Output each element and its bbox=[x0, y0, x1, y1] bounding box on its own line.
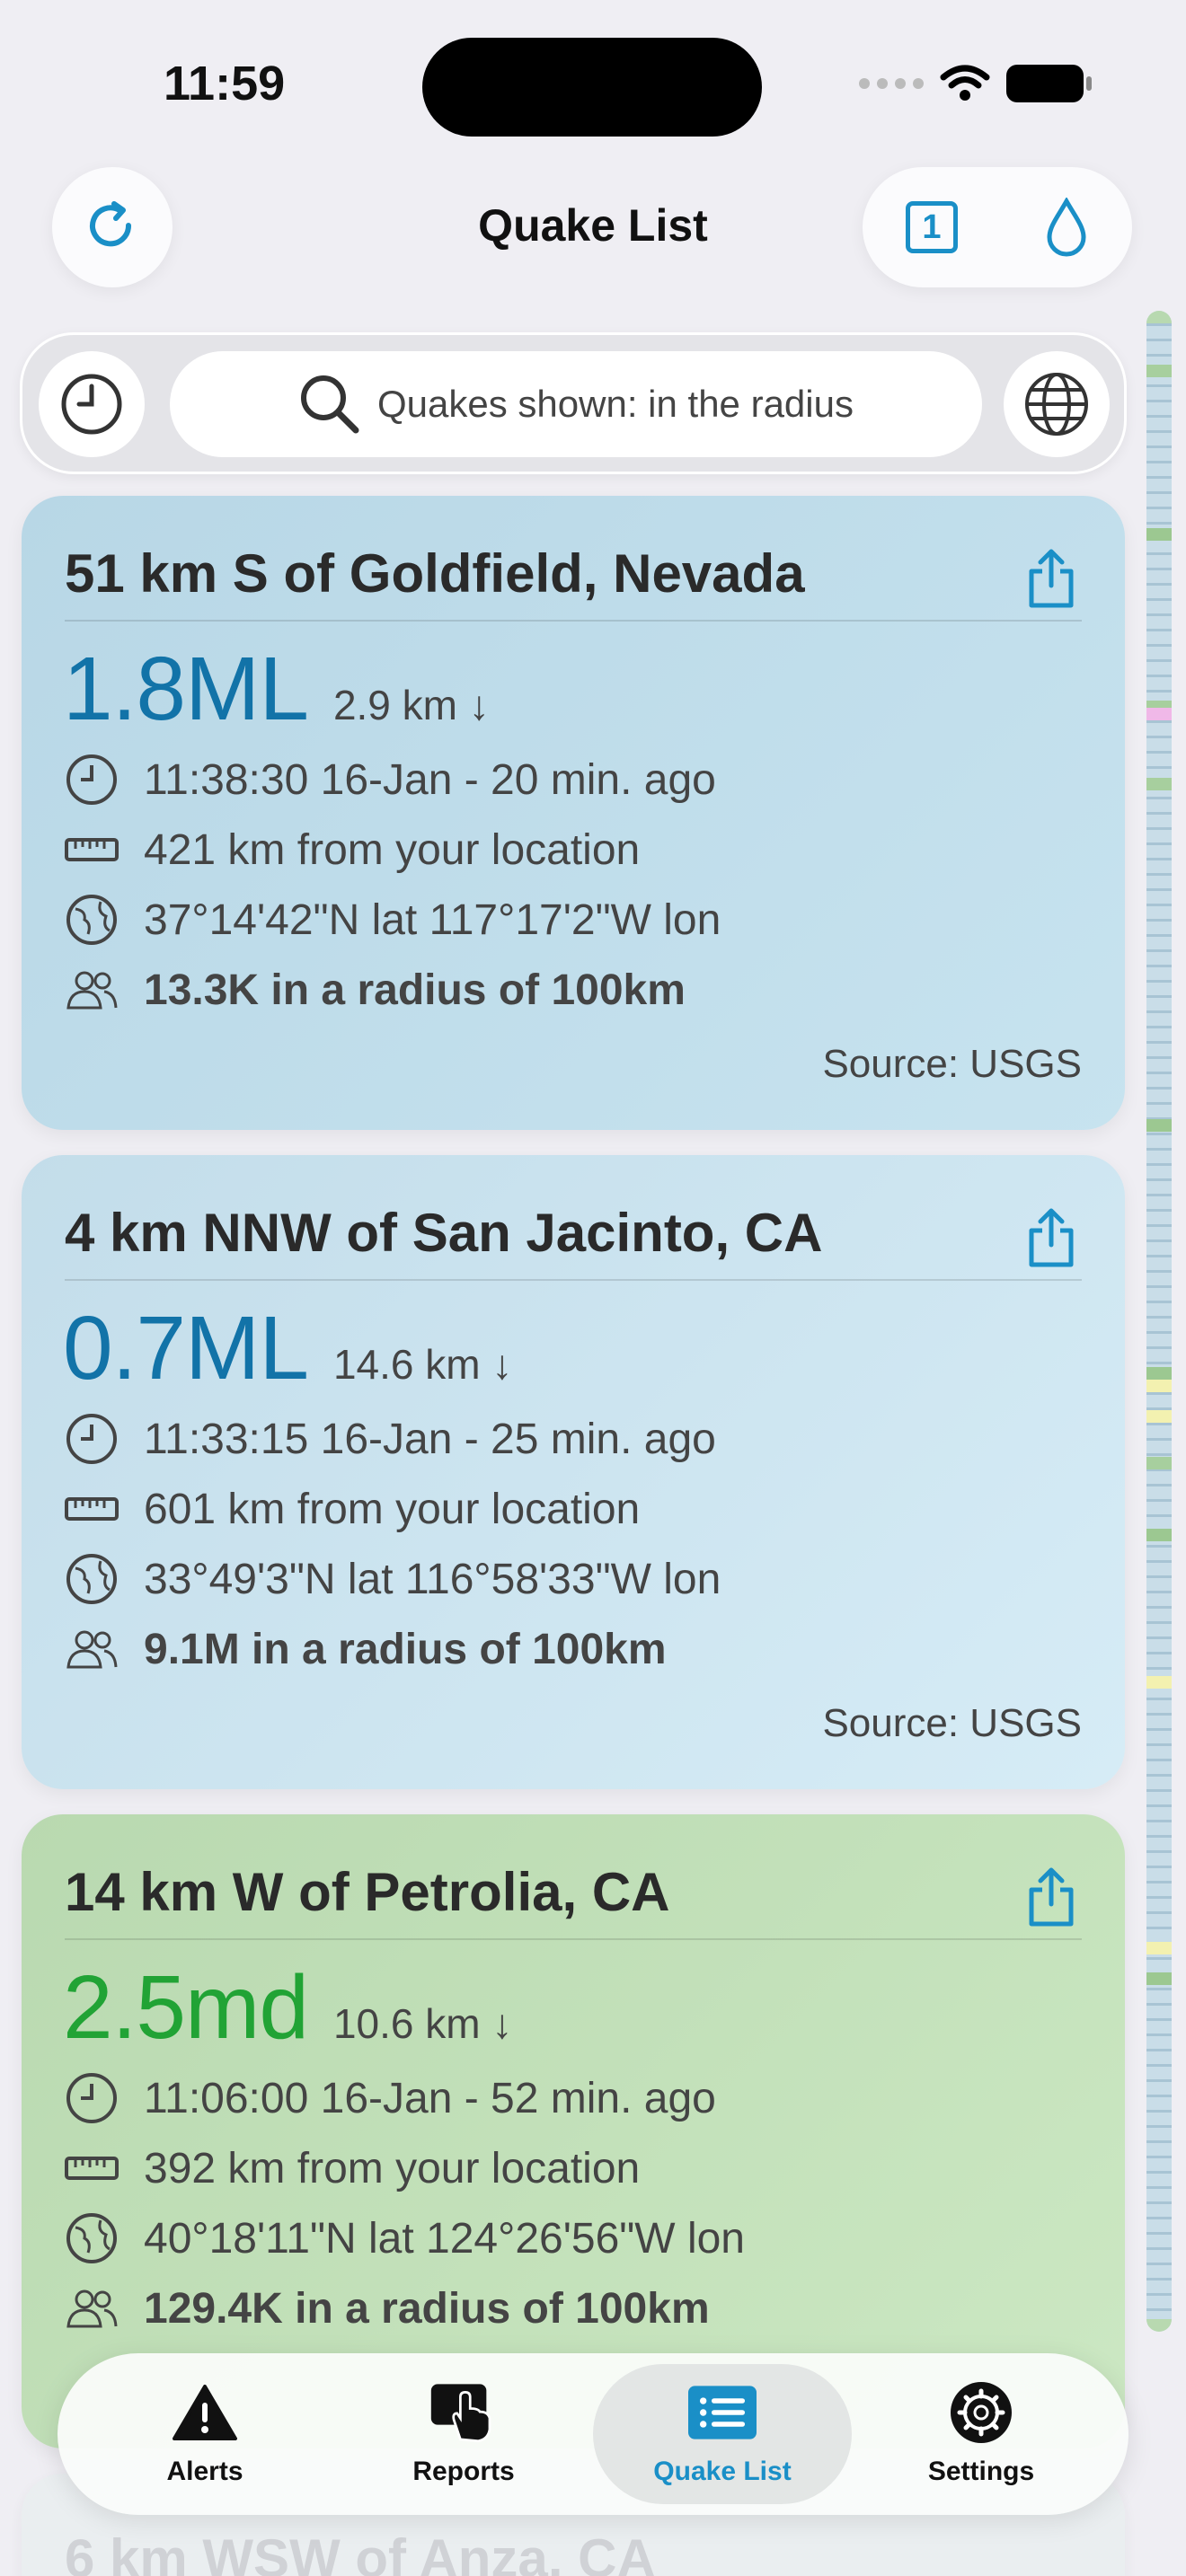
quake-population: 9.1M in a radius of 100km bbox=[144, 1625, 667, 1673]
tab-alerts[interactable]: Alerts bbox=[75, 2364, 334, 2504]
clock-icon bbox=[65, 1412, 119, 1466]
quake-time: 11:06:00 16-Jan - 52 min. ago bbox=[144, 2074, 716, 2122]
gear-icon bbox=[951, 2382, 1012, 2443]
ruler-icon bbox=[65, 823, 119, 877]
people-icon bbox=[65, 963, 119, 1017]
quake-time: 11:38:30 16-Jan - 20 min. ago bbox=[144, 755, 716, 804]
share-icon[interactable] bbox=[1024, 1865, 1078, 1929]
tab-quake-list[interactable]: Quake List bbox=[593, 2364, 852, 2504]
tab-bar: Alerts Reports Quake List Settings bbox=[58, 2353, 1128, 2515]
tab-label: Settings bbox=[927, 2457, 1035, 2486]
hand-tap-icon bbox=[430, 2384, 491, 2443]
quake-count-button[interactable]: 1 bbox=[906, 201, 958, 253]
quake-distance: 601 km from your location bbox=[144, 1485, 641, 1533]
quake-title: 4 km NNW of San Jacinto, CA bbox=[65, 1203, 823, 1263]
ruler-icon bbox=[65, 2141, 119, 2195]
quake-distance: 392 km from your location bbox=[144, 2144, 641, 2192]
quake-title: 6 km WSW of Anza, CA bbox=[65, 2528, 656, 2576]
tab-label: Reports bbox=[412, 2457, 515, 2486]
divider bbox=[65, 1279, 1082, 1281]
wifi-icon bbox=[940, 65, 990, 101]
people-icon bbox=[65, 1622, 119, 1676]
globe-location-icon bbox=[65, 893, 119, 947]
quake-source: Source: USGS bbox=[822, 1042, 1082, 1086]
ruler-icon bbox=[65, 1482, 119, 1536]
quake-coordinates: 37°14'42"N lat 117°17'2"W lon bbox=[144, 895, 721, 944]
time-filter-button[interactable] bbox=[39, 351, 145, 457]
quake-title: 14 km W of Petrolia, CA bbox=[65, 1862, 670, 1922]
quake-population: 129.4K in a radius of 100km bbox=[144, 2284, 710, 2333]
people-icon bbox=[65, 2281, 119, 2335]
quake-population: 13.3K in a radius of 100km bbox=[144, 966, 686, 1014]
divider bbox=[65, 620, 1082, 622]
tab-label: Quake List bbox=[653, 2457, 792, 2486]
tab-label: Alerts bbox=[166, 2457, 243, 2486]
timeline-scroll-strip[interactable] bbox=[1146, 311, 1172, 2332]
divider bbox=[65, 1938, 1082, 1940]
dynamic-island bbox=[422, 38, 762, 137]
list-icon bbox=[688, 2386, 757, 2439]
magnitude: 1.8ML bbox=[63, 639, 309, 739]
search-input[interactable]: Quakes shown: in the radius bbox=[170, 351, 982, 457]
status-indicators bbox=[859, 65, 1092, 102]
warning-icon bbox=[173, 2385, 237, 2440]
depth: 2.9 km ↓ bbox=[332, 682, 490, 728]
tab-settings[interactable]: Settings bbox=[852, 2364, 1111, 2504]
share-icon[interactable] bbox=[1024, 1205, 1078, 1270]
region-filter-button[interactable] bbox=[1004, 351, 1110, 457]
clock-icon bbox=[65, 753, 119, 807]
search-bar: Quakes shown: in the radius bbox=[20, 332, 1127, 474]
quake-coordinates: 33°49'3"N lat 116°58'33"W lon bbox=[144, 1555, 721, 1603]
water-drop-icon[interactable] bbox=[1044, 198, 1089, 257]
globe-location-icon bbox=[65, 1552, 119, 1606]
battery-icon bbox=[1006, 65, 1092, 102]
clock-icon bbox=[61, 374, 122, 435]
quake-title: 51 km S of Goldfield, Nevada bbox=[65, 543, 805, 604]
depth: 10.6 km ↓ bbox=[332, 2000, 513, 2047]
quake-source: Source: USGS bbox=[822, 1701, 1082, 1745]
search-text: Quakes shown: in the radius bbox=[377, 383, 854, 425]
quake-card[interactable]: 4 km NNW of San Jacinto, CA 0.7ML 14.6 k… bbox=[22, 1155, 1125, 1789]
magnitude: 2.5md bbox=[63, 1957, 309, 2058]
quake-distance: 421 km from your location bbox=[144, 825, 641, 874]
status-time: 11:59 bbox=[164, 57, 286, 110]
globe-location-icon bbox=[65, 2211, 119, 2265]
search-icon bbox=[301, 375, 359, 434]
clock-icon bbox=[65, 2071, 119, 2125]
header-actions: 1 bbox=[863, 167, 1132, 287]
quake-time: 11:33:15 16-Jan - 25 min. ago bbox=[144, 1415, 716, 1463]
cellular-signal-icon bbox=[859, 78, 924, 89]
quake-coordinates: 40°18'11"N lat 124°26'56"W lon bbox=[144, 2214, 745, 2263]
tab-reports[interactable]: Reports bbox=[334, 2364, 593, 2504]
globe-icon bbox=[1025, 373, 1088, 436]
quake-card[interactable]: 51 km S of Goldfield, Nevada 1.8ML 2.9 k… bbox=[22, 496, 1125, 1130]
magnitude: 0.7ML bbox=[63, 1298, 309, 1398]
depth: 14.6 km ↓ bbox=[332, 1341, 513, 1388]
share-icon[interactable] bbox=[1024, 546, 1078, 611]
